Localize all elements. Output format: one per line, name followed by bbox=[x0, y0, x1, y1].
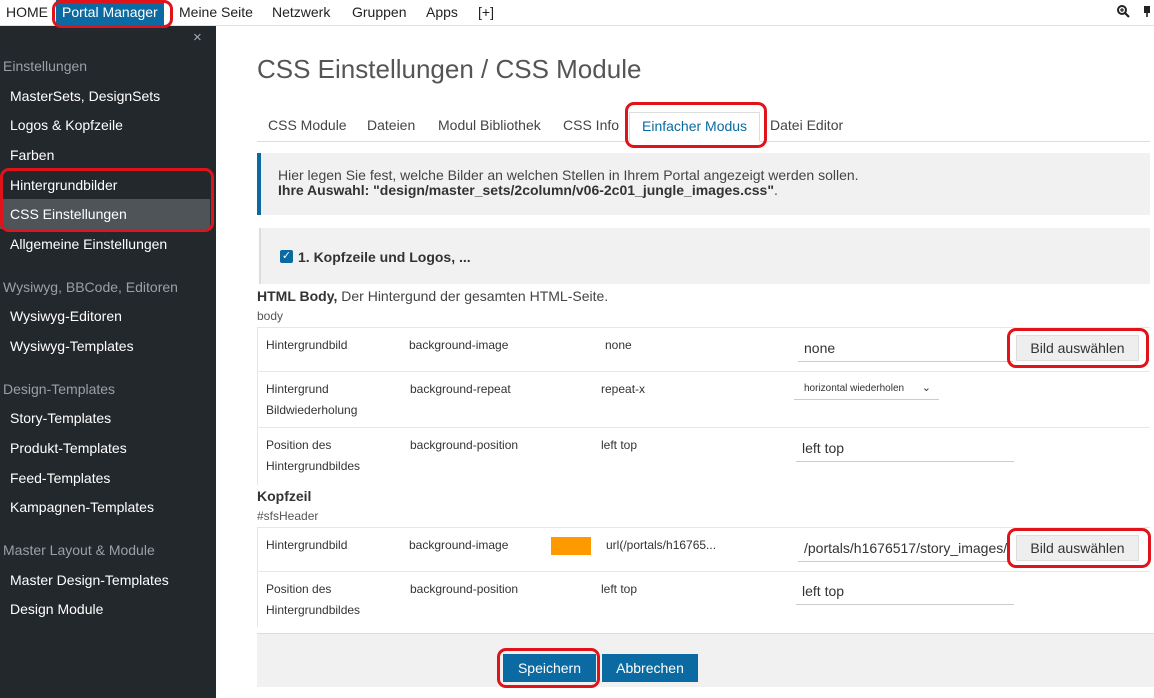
sidebar-section-title: Wysiwyg, BBCode, Editoren bbox=[3, 279, 178, 295]
sidebar-item-hintergrundbilder[interactable]: Hintergrundbilder bbox=[0, 170, 210, 200]
nav-home[interactable]: HOME bbox=[6, 0, 48, 26]
row-property: background-repeat bbox=[410, 382, 511, 396]
sidebar-item-mastersets[interactable]: MasterSets, DesignSets bbox=[0, 81, 210, 111]
sidebar-item-wysiwyg-templates[interactable]: Wysiwyg-Templates bbox=[0, 331, 210, 361]
table-row: Position des Hintergrundbildes backgroun… bbox=[257, 427, 1150, 485]
pin-icon[interactable] bbox=[1143, 5, 1151, 21]
row-property: background-image bbox=[409, 338, 509, 352]
row-label: Hintergrundbild bbox=[266, 538, 348, 552]
nav-apps[interactable]: Apps bbox=[426, 0, 458, 26]
sidebar-close-icon[interactable]: × bbox=[193, 29, 202, 46]
row-property: background-position bbox=[410, 438, 519, 452]
row-value: left top bbox=[601, 582, 638, 596]
nav-netzwerk[interactable]: Netzwerk bbox=[272, 0, 330, 26]
select-image-button[interactable]: Bild auswählen bbox=[1016, 535, 1139, 561]
info-box: Hier legen Sie fest, welche Bilder an we… bbox=[257, 153, 1150, 215]
tab-css-module[interactable]: CSS Module bbox=[268, 112, 347, 142]
sidebar-item-wysiwyg-editoren[interactable]: Wysiwyg-Editoren bbox=[0, 301, 210, 331]
nav-add[interactable]: [+] bbox=[478, 0, 494, 26]
info-end: . bbox=[773, 182, 778, 198]
section-title: 1. Kopfzeile und Logos, ... bbox=[298, 249, 471, 265]
sidebar-item-css-einstellungen[interactable]: CSS Einstellungen bbox=[0, 199, 210, 229]
nav-portal-manager[interactable]: Portal Manager bbox=[56, 0, 164, 26]
row-label: Position des Hintergrundbildes bbox=[266, 582, 361, 617]
row-value: none bbox=[605, 338, 632, 352]
tab-dateien[interactable]: Dateien bbox=[367, 112, 415, 142]
table-row: Hintergrund Bildwiederholung background-… bbox=[257, 371, 1150, 427]
group-selector: body bbox=[257, 309, 284, 323]
footer-actions: Speichern Abbrechen bbox=[257, 633, 1154, 687]
row-value: left top bbox=[601, 438, 638, 452]
nav-meine-seite[interactable]: Meine Seite bbox=[179, 0, 253, 26]
row-label: Position des Hintergrundbildes bbox=[266, 438, 361, 473]
sidebar-item-produkt-templates[interactable]: Produkt-Templates bbox=[0, 433, 210, 463]
row-label: Hintergrundbild bbox=[266, 338, 348, 352]
table-row: Position des Hintergrundbildes backgroun… bbox=[257, 571, 1150, 627]
sidebar-item-master-design-templates[interactable]: Master Design-Templates bbox=[0, 565, 210, 595]
header-position-input[interactable]: left top bbox=[796, 579, 1014, 605]
chevron-down-icon: ⌄ bbox=[921, 382, 931, 394]
tab-css-info[interactable]: CSS Info bbox=[563, 112, 619, 142]
cancel-button[interactable]: Abbrechen bbox=[602, 654, 698, 682]
group-title: HTML Body, Der Hintergund der gesamten H… bbox=[257, 288, 609, 304]
row-value: repeat-x bbox=[601, 382, 646, 396]
tab-datei-editor[interactable]: Datei Editor bbox=[770, 112, 843, 142]
color-swatch bbox=[551, 537, 591, 555]
group-selector: #sfsHeader bbox=[257, 509, 319, 523]
save-button[interactable]: Speichern bbox=[503, 654, 596, 682]
header-image-input[interactable]: /portals/h1676517/story_images/ bbox=[798, 536, 1010, 562]
section-checkbox[interactable]: ✓ bbox=[280, 250, 293, 263]
sidebar-item-allgemeine[interactable]: Allgemeine Einstellungen bbox=[0, 229, 210, 259]
info-selection: Ihre Auswahl: "design/master_sets/2colum… bbox=[278, 182, 774, 198]
sidebar: × Einstellungen MasterSets, DesignSets L… bbox=[0, 26, 216, 698]
sidebar-item-kampagnen-templates[interactable]: Kampagnen-Templates bbox=[0, 492, 210, 522]
row-property: background-position bbox=[410, 582, 519, 596]
group-title: Kopfzeil bbox=[257, 488, 312, 504]
sidebar-section-title: Einstellungen bbox=[3, 58, 88, 74]
table-row: Hintergrundbild background-image url(/po… bbox=[257, 527, 1150, 571]
tab-modul-bibliothek[interactable]: Modul Bibliothek bbox=[438, 112, 541, 142]
sidebar-item-story-templates[interactable]: Story-Templates bbox=[0, 403, 210, 433]
nav-gruppen[interactable]: Gruppen bbox=[352, 0, 406, 26]
background-repeat-select[interactable]: horizontal wiederholen ⌄ bbox=[794, 380, 939, 400]
sidebar-item-design-module[interactable]: Design Module bbox=[0, 594, 210, 624]
tab-bar: CSS Module Dateien Modul Bibliothek CSS … bbox=[257, 112, 1150, 142]
background-image-input[interactable]: none bbox=[798, 336, 1013, 362]
zoom-icon[interactable] bbox=[1117, 5, 1130, 21]
sidebar-item-logos[interactable]: Logos & Kopfzeile bbox=[0, 110, 210, 140]
background-position-input[interactable]: left top bbox=[796, 436, 1014, 462]
section-header: ✓ 1. Kopfzeile und Logos, ... bbox=[259, 228, 1150, 284]
tab-einfacher-modus[interactable]: Einfacher Modus bbox=[629, 112, 761, 142]
top-navigation: HOME Portal Manager Meine Seite Netzwerk… bbox=[0, 0, 1154, 26]
row-value: url(/portals/h16765... bbox=[606, 538, 717, 552]
page-title: CSS Einstellungen / CSS Module bbox=[257, 54, 642, 84]
row-label: Hintergrund Bildwiederholung bbox=[266, 382, 358, 417]
row-property: background-image bbox=[409, 538, 509, 552]
table-row: Hintergrundbild background-image none no… bbox=[257, 327, 1150, 371]
info-text: Hier legen Sie fest, welche Bilder an we… bbox=[278, 167, 859, 183]
sidebar-section-title: Master Layout & Module bbox=[3, 542, 155, 558]
select-image-button[interactable]: Bild auswählen bbox=[1016, 335, 1139, 361]
sidebar-item-farben[interactable]: Farben bbox=[0, 140, 210, 170]
sidebar-section-title: Design-Templates bbox=[3, 381, 116, 397]
sidebar-item-feed-templates[interactable]: Feed-Templates bbox=[0, 463, 210, 493]
